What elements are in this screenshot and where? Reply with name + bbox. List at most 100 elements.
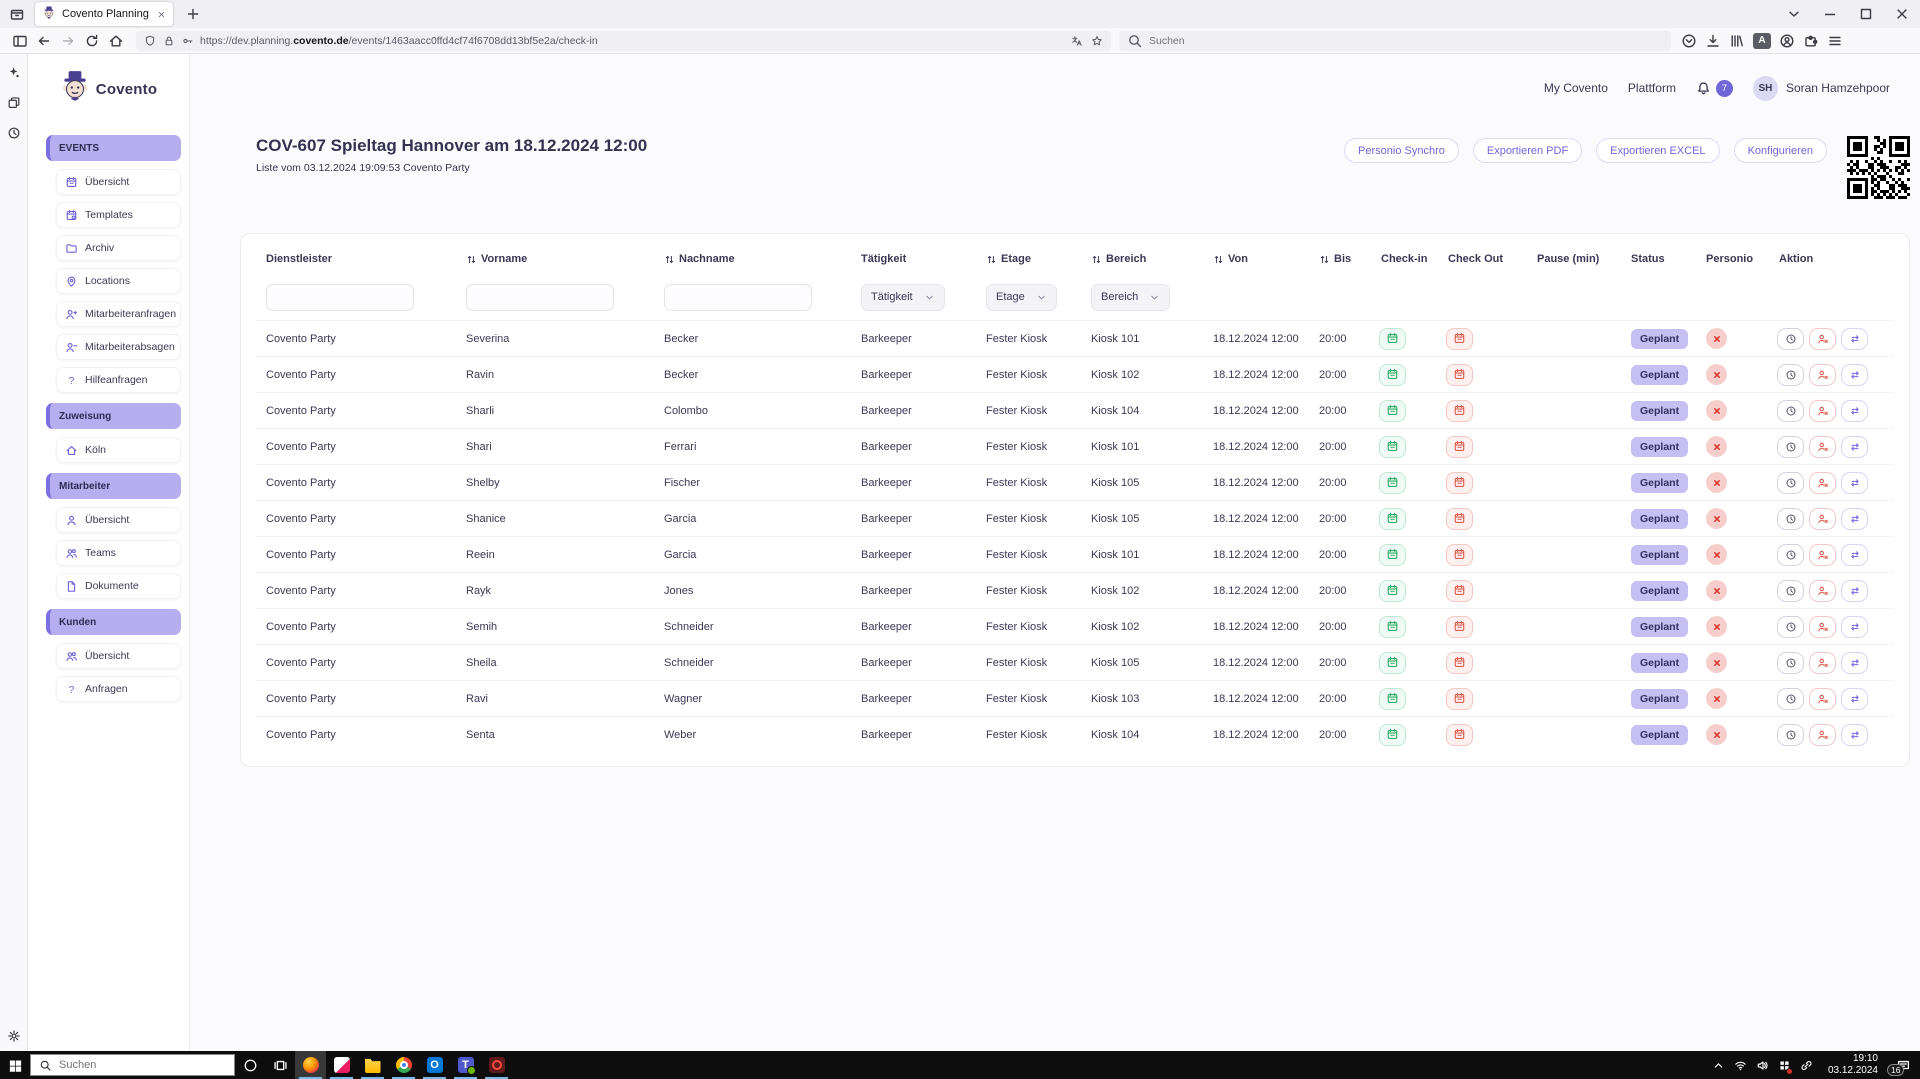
filter-input-vorname[interactable]: [466, 284, 614, 311]
taskbar-clock[interactable]: 19:10 03.12.2024: [1828, 1053, 1878, 1078]
sidebar-item--bersicht[interactable]: Übersicht: [56, 643, 181, 669]
cortana-icon[interactable]: [235, 1051, 265, 1079]
clock-action-button[interactable]: [1777, 400, 1804, 422]
lock-icon[interactable]: [163, 35, 175, 47]
exportieren-excel-button[interactable]: Exportieren EXCEL: [1596, 138, 1719, 163]
sidebar-item-k-ln[interactable]: Köln: [56, 437, 181, 463]
user-x-action-button[interactable]: [1809, 544, 1836, 566]
sidebar-item-hilfeanfragen[interactable]: ?Hilfeanfragen: [56, 367, 181, 393]
clock-action-button[interactable]: [1777, 436, 1804, 458]
checkin-button[interactable]: [1379, 328, 1406, 350]
sidebar-section-kunden[interactable]: Kunden: [46, 609, 181, 635]
swap-action-button[interactable]: [1841, 400, 1868, 422]
swap-action-button[interactable]: [1841, 688, 1868, 710]
sort-icon[interactable]: [664, 254, 675, 265]
browser-search-input[interactable]: [1149, 35, 1663, 47]
user-menu[interactable]: SH Soran Hamzehpoor: [1753, 76, 1890, 101]
filter-input-dienstleister[interactable]: [266, 284, 414, 311]
checkin-button[interactable]: [1379, 652, 1406, 674]
personio-x-icon[interactable]: [1706, 580, 1727, 601]
action-center-icon[interactable]: 16: [1886, 1051, 1920, 1079]
personio-x-icon[interactable]: [1706, 400, 1727, 421]
swap-action-button[interactable]: [1841, 472, 1868, 494]
filter-input-nachname[interactable]: [664, 284, 812, 311]
checkout-button[interactable]: [1446, 436, 1473, 458]
forward-icon[interactable]: [56, 30, 80, 52]
sidebar-section-zuweisung[interactable]: Zuweisung: [46, 403, 181, 429]
sort-icon[interactable]: [1213, 254, 1224, 265]
clock-action-button[interactable]: [1777, 580, 1804, 602]
window-minimize-icon[interactable]: [1812, 0, 1848, 28]
user-x-action-button[interactable]: [1809, 400, 1836, 422]
checkout-button[interactable]: [1446, 400, 1473, 422]
paint-taskbar-icon[interactable]: [326, 1051, 357, 1079]
window-close-icon[interactable]: [1884, 0, 1920, 28]
user-x-action-button[interactable]: [1809, 616, 1836, 638]
filter-select-etage[interactable]: Etage: [986, 284, 1057, 311]
checkout-button[interactable]: [1446, 508, 1473, 530]
home-icon[interactable]: [104, 30, 128, 52]
library-icon[interactable]: [1725, 30, 1749, 52]
swap-action-button[interactable]: [1841, 508, 1868, 530]
user-x-action-button[interactable]: [1809, 472, 1836, 494]
column-header-von[interactable]: Von: [1203, 253, 1309, 265]
exportieren-pdf-button[interactable]: Exportieren PDF: [1473, 138, 1582, 163]
column-header-etage[interactable]: Etage: [976, 253, 1081, 265]
clock-action-button[interactable]: [1777, 364, 1804, 386]
checkin-button[interactable]: [1379, 436, 1406, 458]
pocket-icon[interactable]: [1677, 30, 1701, 52]
personio-x-icon[interactable]: [1706, 328, 1727, 349]
sparkle-icon[interactable]: [7, 66, 21, 80]
user-x-action-button[interactable]: [1809, 328, 1836, 350]
checkout-button[interactable]: [1446, 724, 1473, 746]
download-icon[interactable]: [1701, 30, 1725, 52]
taskbar-search-input[interactable]: [59, 1059, 226, 1071]
personio-x-icon[interactable]: [1706, 508, 1727, 529]
sidebar-item-mitarbeiterabsagen[interactable]: Mitarbeiterabsagen: [56, 334, 181, 360]
clock-action-button[interactable]: [1777, 688, 1804, 710]
personio-x-icon[interactable]: [1706, 652, 1727, 673]
checkout-button[interactable]: [1446, 472, 1473, 494]
clock-action-button[interactable]: [1777, 616, 1804, 638]
user-x-action-button[interactable]: [1809, 508, 1836, 530]
personio-x-icon[interactable]: [1706, 472, 1727, 493]
personio-x-icon[interactable]: [1706, 436, 1727, 457]
settings-gear-icon[interactable]: [7, 1029, 21, 1043]
teams-taskbar-icon[interactable]: [450, 1051, 481, 1079]
link-icon[interactable]: [1796, 1051, 1818, 1079]
tray-grid-icon[interactable]: [1774, 1051, 1796, 1079]
url-bar[interactable]: https://dev.planning.covento.de/events/1…: [136, 31, 1111, 51]
sidebar-item--bersicht[interactable]: Übersicht: [56, 169, 181, 195]
sort-icon[interactable]: [1091, 254, 1102, 265]
checkin-button[interactable]: [1379, 400, 1406, 422]
swap-action-button[interactable]: [1841, 544, 1868, 566]
sort-icon[interactable]: [1319, 254, 1330, 265]
sidebar-item-archiv[interactable]: Archiv: [56, 235, 181, 261]
user-x-action-button[interactable]: [1809, 436, 1836, 458]
checkin-button[interactable]: [1379, 580, 1406, 602]
notification-badge[interactable]: 7: [1716, 80, 1733, 97]
swap-action-button[interactable]: [1841, 652, 1868, 674]
checkout-button[interactable]: [1446, 544, 1473, 566]
clock-action-button[interactable]: [1777, 472, 1804, 494]
sidebar-item-templates[interactable]: Templates: [56, 202, 181, 228]
clock-action-button[interactable]: [1777, 544, 1804, 566]
tab-close-icon[interactable]: [157, 10, 166, 19]
puzzle-icon[interactable]: [1799, 30, 1823, 52]
taskbar-search[interactable]: [30, 1054, 235, 1076]
translate-icon[interactable]: [1071, 35, 1083, 47]
konfigurieren-button[interactable]: Konfigurieren: [1734, 138, 1827, 163]
window-chevron-down-icon[interactable]: [1776, 0, 1812, 28]
menu-icon[interactable]: [1823, 30, 1847, 52]
sidebar-item-locations[interactable]: Locations: [56, 268, 181, 294]
checkin-button[interactable]: [1379, 508, 1406, 530]
task-view-icon[interactable]: [265, 1051, 295, 1079]
checkout-button[interactable]: [1446, 688, 1473, 710]
reload-icon[interactable]: [80, 30, 104, 52]
checkout-button[interactable]: [1446, 364, 1473, 386]
firefox-taskbar-icon[interactable]: [295, 1051, 326, 1079]
user-x-action-button[interactable]: [1809, 688, 1836, 710]
personio-x-icon[interactable]: [1706, 724, 1727, 745]
outlook-taskbar-icon[interactable]: [419, 1051, 450, 1079]
sidebar-icon[interactable]: [8, 30, 32, 52]
